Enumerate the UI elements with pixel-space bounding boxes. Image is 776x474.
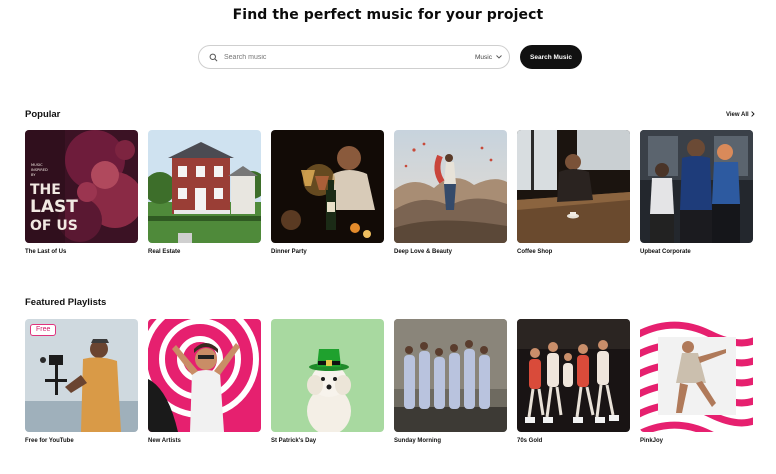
featured-card-label: Sunday Morning	[394, 438, 441, 444]
cover-deep-love-beauty	[394, 130, 507, 243]
cover-new-artists	[148, 319, 261, 432]
cover-st-patricks-day	[271, 319, 384, 432]
featured-card-70s-gold[interactable]: 70s Gold	[517, 319, 630, 444]
popular-card-real-estate[interactable]: Real Estate	[148, 130, 261, 255]
featured-card-sunday-morning[interactable]: Sunday Morning	[394, 319, 507, 444]
featured-card-label: Free for YouTube	[25, 438, 74, 444]
cover-text-4: THE	[30, 182, 61, 198]
popular-card-label: Real Estate	[148, 249, 181, 255]
featured-card-st-patricks-day[interactable]: St Patrick's Day	[271, 319, 384, 444]
cover-text-5: LAST	[30, 197, 78, 217]
popular-card-the-last-of-us[interactable]: MUSIC INSPIRED BY THE LAST OF US The Las…	[25, 130, 138, 255]
cover-sunday-morning	[394, 319, 507, 432]
popular-card-label: Coffee Shop	[517, 249, 553, 255]
cover-the-last-of-us: MUSIC INSPIRED BY THE LAST OF US	[25, 130, 138, 243]
cover-dinner-party	[271, 130, 384, 243]
search-icon	[202, 53, 224, 62]
category-label: Music	[475, 53, 492, 61]
search-input[interactable]	[224, 53, 476, 61]
cover-text-1: MUSIC	[31, 163, 43, 167]
popular-section-title: Popular	[25, 109, 61, 120]
popular-row: MUSIC INSPIRED BY THE LAST OF US The Las…	[25, 130, 753, 255]
page-title: Find the perfect music for your project	[232, 7, 544, 23]
cover-coffee-shop	[517, 130, 630, 243]
chevron-right-icon	[750, 111, 755, 119]
search-music-button[interactable]: Search Music	[520, 45, 582, 69]
featured-card-new-artists[interactable]: New Artists	[148, 319, 261, 444]
category-dropdown[interactable]: Music	[475, 54, 502, 61]
popular-card-dinner-party[interactable]: Dinner Party	[271, 130, 384, 255]
featured-card-free-for-youtube[interactable]: Free Free for YouTube	[25, 319, 138, 444]
popular-card-label: Deep Love & Beauty	[394, 249, 453, 255]
cover-text-6: OF US	[30, 218, 78, 234]
free-badge: Free	[30, 324, 57, 336]
featured-card-label: New Artists	[148, 438, 181, 444]
popular-card-upbeat-corporate[interactable]: Upbeat Corporate	[640, 130, 753, 255]
featured-card-label: 70s Gold	[517, 438, 543, 444]
featured-card-label: PinkJoy	[640, 438, 664, 444]
cover-real-estate	[148, 130, 261, 243]
view-all-label: View All	[726, 112, 749, 118]
cover-pinkjoy	[640, 319, 753, 432]
popular-card-label: The Last of Us	[25, 249, 67, 255]
popular-card-deep-love-beauty[interactable]: Deep Love & Beauty	[394, 130, 507, 255]
featured-row: Free Free for YouTube New Artists St Pat…	[25, 319, 753, 444]
popular-card-label: Dinner Party	[271, 249, 307, 255]
chevron-down-icon	[496, 54, 502, 61]
cover-70s-gold	[517, 319, 630, 432]
cover-text-2: INSPIRED	[31, 168, 48, 172]
cover-free-for-youtube: Free	[25, 319, 138, 432]
featured-card-pinkjoy[interactable]: PinkJoy	[640, 319, 753, 444]
view-all-link[interactable]: View All	[726, 111, 755, 119]
popular-card-coffee-shop[interactable]: Coffee Shop	[517, 130, 630, 255]
featured-card-label: St Patrick's Day	[271, 438, 317, 444]
popular-card-label: Upbeat Corporate	[640, 249, 691, 255]
cover-upbeat-corporate	[640, 130, 753, 243]
search-bar: Music	[198, 45, 510, 69]
featured-section-title: Featured Playlists	[25, 297, 107, 308]
